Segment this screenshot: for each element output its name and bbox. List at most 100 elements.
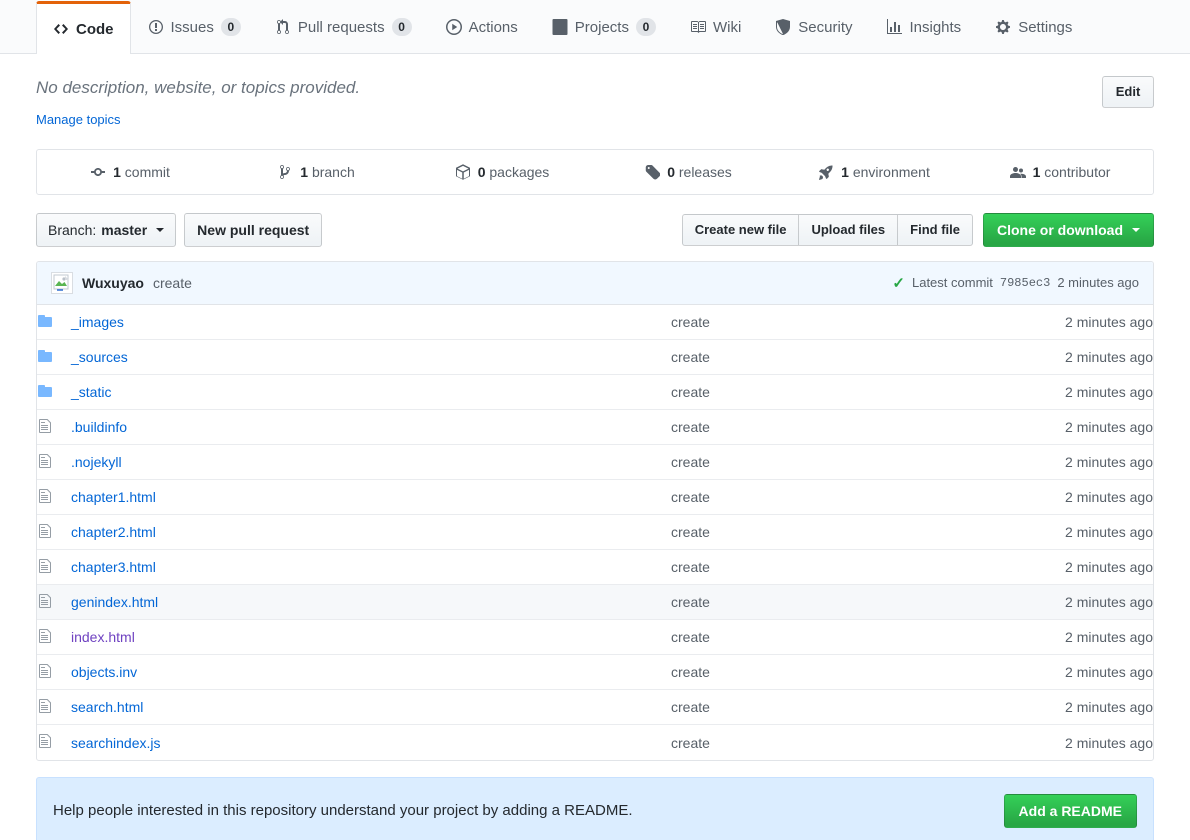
table-row[interactable]: chapter1.html create 2 minutes ago (37, 480, 1153, 515)
check-success-icon[interactable]: ✓ (892, 274, 905, 292)
tab-projects[interactable]: Projects0 (535, 0, 673, 53)
issue-icon (148, 19, 164, 35)
file-name-link[interactable]: _sources (71, 349, 128, 365)
summary-count: 1 (841, 164, 849, 180)
file-name-link[interactable]: search.html (71, 699, 143, 715)
file-commit-message-link[interactable]: create (671, 594, 710, 610)
commit-icon (90, 164, 106, 180)
file-name-link[interactable]: index.html (71, 629, 135, 645)
table-row[interactable]: chapter2.html create 2 minutes ago (37, 515, 1153, 550)
table-row[interactable]: searchindex.js create 2 minutes ago (37, 725, 1153, 760)
file-name-link[interactable]: _static (71, 384, 111, 400)
file-icon (37, 663, 53, 679)
summary-environment-link[interactable]: 1 environment (781, 150, 967, 194)
tab-label: Issues (171, 20, 214, 35)
summary-label: commit (125, 164, 170, 180)
repo-action-bar: Branch: master New pull request Create n… (36, 213, 1154, 247)
about-text-block: No description, website, or topics provi… (36, 76, 360, 127)
table-row[interactable]: .buildinfocreate2 minutes ago (37, 410, 1153, 445)
create-new-file-button[interactable]: Create new file (682, 214, 800, 246)
file-commit-message-link[interactable]: create (671, 419, 710, 435)
tab-actions[interactable]: Actions (429, 0, 535, 53)
shield-icon (775, 19, 791, 35)
tab-insights[interactable]: Insights (869, 0, 978, 53)
file-commit-message-cell: create (671, 655, 1041, 690)
table-row[interactable]: index.htmlcreate2 minutes ago (37, 620, 1153, 655)
commit-sha-link[interactable]: 7985ec3 (1000, 276, 1050, 290)
file-name-link[interactable]: chapter1.html (71, 489, 156, 505)
find-file-button[interactable]: Find file (897, 214, 973, 246)
chevron-down-icon (1132, 228, 1140, 232)
repo-description: No description, website, or topics provi… (36, 76, 360, 100)
tab-security[interactable]: Security (758, 0, 869, 53)
summary-branch-link[interactable]: 1 branch (223, 150, 409, 194)
file-name-link[interactable]: .buildinfo (71, 419, 127, 435)
file-commit-message-link[interactable]: create (671, 559, 710, 575)
file-age: 2 minutes ago (1065, 524, 1153, 540)
file-commit-message-link[interactable]: create (671, 454, 710, 470)
tab-issues[interactable]: Issues0 (131, 0, 258, 53)
clone-or-download-button[interactable]: Clone or download (983, 213, 1154, 247)
tag-icon (644, 164, 660, 180)
summary-release-link[interactable]: 0 releases (595, 150, 781, 194)
file-commit-message-link[interactable]: create (671, 699, 710, 715)
file-age: 2 minutes ago (1065, 384, 1153, 400)
file-name-cell: index.html (71, 620, 671, 655)
file-age-cell: 2 minutes ago (1041, 585, 1153, 620)
file-commit-message-cell: create (671, 410, 1041, 445)
tab-pull-requests[interactable]: Pull requests0 (258, 0, 429, 53)
file-age: 2 minutes ago (1065, 699, 1153, 715)
table-row[interactable]: .nojekyllcreate2 minutes ago (37, 445, 1153, 480)
file-age-cell: 2 minutes ago (1041, 725, 1153, 760)
table-row[interactable]: genindex.html create 2 minutes ago (37, 585, 1153, 620)
commit-author-name[interactable]: Wuxuyao (82, 275, 144, 291)
file-commit-message-link[interactable]: create (671, 314, 710, 330)
file-name-link[interactable]: objects.inv (71, 664, 137, 680)
summary-count: 1 (1033, 164, 1041, 180)
summary-text: 0 releases (667, 164, 732, 180)
repo-about-section: No description, website, or topics provi… (36, 54, 1154, 127)
summary-label: contributor (1044, 164, 1110, 180)
file-name-link[interactable]: chapter2.html (71, 524, 156, 540)
tab-settings[interactable]: Settings (978, 0, 1089, 53)
add-readme-button[interactable]: Add a README (1004, 794, 1137, 828)
file-type-cell (37, 550, 71, 585)
file-type-cell (37, 445, 71, 480)
file-name-link[interactable]: searchindex.js (71, 735, 161, 751)
summary-commit-link[interactable]: 1 commit (37, 150, 223, 194)
file-commit-message-link[interactable]: create (671, 735, 710, 751)
edit-description-button[interactable]: Edit (1102, 76, 1154, 108)
file-commit-message-link[interactable]: create (671, 349, 710, 365)
table-row[interactable]: _imagescreate2 minutes ago (37, 305, 1153, 340)
commit-message[interactable]: create (153, 275, 192, 291)
upload-files-button[interactable]: Upload files (798, 214, 898, 246)
tab-code[interactable]: Code (36, 1, 131, 54)
table-row[interactable]: objects.invcreate2 minutes ago (37, 655, 1153, 690)
file-commit-message-link[interactable]: create (671, 629, 710, 645)
summary-package-link[interactable]: 0 packages (409, 150, 595, 194)
file-name-link[interactable]: .nojekyll (71, 454, 122, 470)
file-commit-message-link[interactable]: create (671, 524, 710, 540)
file-name-link[interactable]: genindex.html (71, 594, 158, 610)
file-commit-message-cell: create (671, 550, 1041, 585)
broken-image-avatar-icon (51, 272, 73, 294)
branch-selector-button[interactable]: Branch: master (36, 213, 176, 247)
manage-topics-link[interactable]: Manage topics (36, 112, 360, 127)
table-row[interactable]: chapter3.htmlcreate2 minutes ago (37, 550, 1153, 585)
file-name-link[interactable]: chapter3.html (71, 559, 156, 575)
file-commit-message-link[interactable]: create (671, 384, 710, 400)
file-icon (37, 523, 53, 539)
table-row[interactable]: search.html create 2 minutes ago (37, 690, 1153, 725)
summary-contributor-link[interactable]: 1 contributor (967, 150, 1153, 194)
new-pull-request-button[interactable]: New pull request (184, 213, 322, 247)
file-commit-message-link[interactable]: create (671, 489, 710, 505)
file-name-cell: genindex.html (71, 585, 671, 620)
table-row[interactable]: _static create 2 minutes ago (37, 375, 1153, 410)
table-row[interactable]: _sourcescreate2 minutes ago (37, 340, 1153, 375)
file-name-link[interactable]: _images (71, 314, 124, 330)
tab-label: Actions (469, 20, 518, 35)
tab-wiki[interactable]: Wiki (673, 0, 758, 53)
file-commit-message-link[interactable]: create (671, 664, 710, 680)
file-age: 2 minutes ago (1065, 489, 1153, 505)
project-icon (552, 19, 568, 35)
